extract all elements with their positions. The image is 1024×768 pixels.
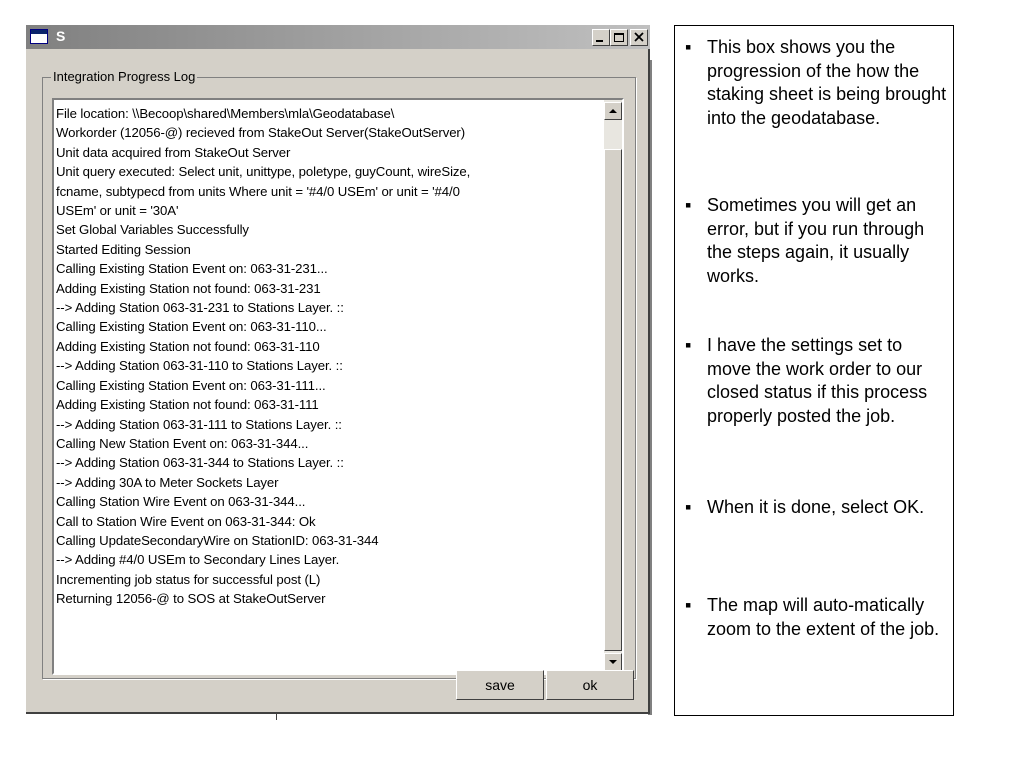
group-label: Integration Progress Log — [51, 69, 198, 84]
integration-dialog: S Integration Progress Log File location… — [26, 25, 650, 714]
log-line: --> Adding Station 063-31-111 to Station… — [56, 416, 342, 432]
log-line: USEm' or unit = '30A' — [56, 203, 179, 219]
log-line: Incrementing job status for successful p… — [56, 571, 321, 587]
save-button[interactable]: save — [456, 670, 544, 700]
log-line: Returning 12056-@ to SOS at StakeOutServ… — [56, 591, 326, 607]
log-line: --> Adding #4/0 USEm to Secondary Lines … — [56, 552, 340, 568]
bullet-icon: ▪ — [685, 335, 692, 355]
maximize-icon — [614, 33, 624, 42]
divider-tick — [276, 712, 277, 720]
vertical-scrollbar[interactable] — [604, 100, 622, 673]
log-line: Calling Existing Station Event on: 063-3… — [56, 261, 328, 277]
log-line: fcname, subtypecd from units Where unit … — [56, 183, 460, 199]
log-line: --> Adding 30A to Meter Sockets Layer — [56, 474, 279, 490]
note-text: I have the settings set to move the work… — [707, 335, 928, 426]
note-item: ▪ The map will auto-matically zoom to the… — [685, 594, 947, 641]
log-line: Unit query executed: Select unit, unitty… — [56, 164, 471, 180]
log-line: Calling New Station Event on: 063-31-344… — [56, 435, 309, 451]
bullet-icon: ▪ — [685, 37, 692, 57]
arrow-down-icon — [609, 660, 617, 664]
log-line: Adding Existing Station not found: 063-3… — [56, 397, 319, 413]
note-item: ▪ Sometimes you will get an error, but if… — [685, 194, 947, 288]
log-line: Adding Existing Station not found: 063-3… — [56, 280, 321, 296]
log-line: Started Editing Session — [56, 241, 191, 257]
notes-panel: ▪ This box shows you the progression of t… — [674, 25, 954, 716]
progress-log-textbox[interactable]: File location: \\Becoop\shared\Members\m… — [52, 98, 624, 675]
note-item: ▪ I have the settings set to move the wor… — [685, 334, 947, 428]
log-line: --> Adding Station 063-31-344 to Station… — [56, 455, 344, 471]
log-line: Call to Station Wire Event on 063-31-344… — [56, 513, 316, 529]
note-text: The map will auto-matically zoom to the … — [707, 595, 940, 639]
log-line: Calling Existing Station Event on: 063-3… — [56, 377, 326, 393]
ok-button[interactable]: ok — [546, 670, 634, 700]
bullet-icon: ▪ — [685, 497, 692, 517]
log-line: Set Global Variables Successfully — [56, 222, 249, 238]
scroll-down-button[interactable] — [604, 653, 622, 671]
log-line: --> Adding Station 063-31-231 to Station… — [56, 300, 344, 316]
log-line: Calling UpdateSecondaryWire on StationID… — [56, 532, 379, 548]
log-line: Calling Existing Station Event on: 063-3… — [56, 319, 327, 335]
bullet-icon: ▪ — [685, 595, 692, 615]
close-button[interactable] — [630, 29, 648, 46]
window-title: S — [56, 28, 66, 44]
minimize-icon — [596, 40, 603, 42]
log-line: Unit data acquired from StakeOut Server — [56, 144, 291, 160]
app-icon — [30, 29, 48, 44]
maximize-button[interactable] — [610, 29, 628, 46]
bullet-icon: ▪ — [685, 195, 692, 215]
log-line: File location: \\Becoop\shared\Members\m… — [56, 106, 395, 121]
title-bar[interactable]: S — [26, 25, 650, 49]
note-item: ▪ When it is done, select OK. — [685, 496, 947, 520]
note-item: ▪ This box shows you the progression of t… — [685, 36, 947, 130]
log-line: --> Adding Station 063-31-110 to Station… — [56, 358, 343, 374]
log-line: Adding Existing Station not found: 063-3… — [56, 338, 320, 354]
scroll-up-button[interactable] — [604, 102, 622, 120]
log-lines: File location: \\Becoop\shared\Members\m… — [56, 104, 596, 609]
note-text: When it is done, select OK. — [707, 497, 925, 517]
log-line: Calling Station Wire Event on 063-31-344… — [56, 494, 306, 510]
note-text: This box shows you the progression of th… — [707, 37, 947, 128]
close-icon — [634, 32, 644, 42]
note-text: Sometimes you will get an error, but if … — [707, 195, 925, 286]
log-line: Workorder (12056-@) recieved from StakeO… — [56, 125, 466, 141]
scroll-thumb[interactable] — [604, 149, 622, 651]
arrow-up-icon — [609, 109, 617, 113]
minimize-button[interactable] — [592, 29, 610, 46]
